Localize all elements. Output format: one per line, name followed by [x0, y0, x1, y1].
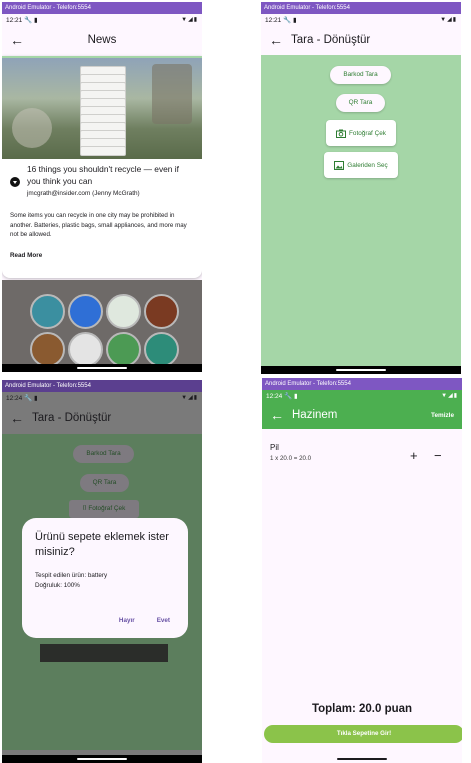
yes-button[interactable]: Evet: [157, 617, 170, 624]
battery-icon: ▮: [453, 393, 458, 399]
status-bar: 12:24 🔧 ▮ ▼◢▮: [262, 390, 462, 401]
expand-icon[interactable]: [10, 177, 20, 187]
sd-card-icon: ▮: [293, 16, 297, 24]
emulator-title-bar: Android Emulator - Telefon:5554: [261, 2, 461, 14]
camera-icon: [336, 129, 347, 138]
emulator-title-bar: Android Emulator - Telefon:5554: [2, 380, 202, 392]
cart-screen: Android Emulator - Telefon:5554 12:24 🔧 …: [262, 378, 462, 763]
status-time: 12:21 🔧 ▮: [265, 16, 297, 24]
cart-item: Pil 1 x 20.0 = 20.0 + −: [270, 443, 458, 462]
add-to-cart-dialog: Ürünü sepete eklemek ister misiniz? Tesp…: [22, 518, 188, 638]
gallery-icon: [334, 160, 345, 170]
app-bar: ← Hazinem Temizle: [262, 401, 462, 429]
status-bar: 12:24 🔧 ▮ ▼◢▮: [2, 392, 202, 403]
page-title: Tara - Dönüştür: [291, 34, 371, 46]
app-bar: ← Tara - Dönüştür: [261, 25, 461, 55]
clear-button[interactable]: Temizle: [431, 412, 454, 419]
take-photo-button: ⌷ Fotoğraf Çek: [69, 500, 139, 518]
qr-scan-button: QR Tara: [80, 474, 129, 492]
nav-bar: [2, 364, 202, 372]
status-icons: ▼◢▮: [441, 392, 458, 399]
wrench-icon: 🔧: [284, 392, 293, 400]
back-arrow-icon[interactable]: ←: [10, 410, 32, 426]
wrench-icon: 🔧: [283, 16, 292, 24]
no-button[interactable]: Hayır: [119, 617, 135, 624]
home-handle[interactable]: [77, 367, 127, 369]
qr-scan-button[interactable]: QR Tara: [336, 94, 385, 112]
wrench-icon: 🔧: [24, 394, 33, 402]
status-time: 12:24 🔧 ▮: [6, 394, 38, 402]
wrench-icon: 🔧: [24, 16, 33, 24]
page-title: Hazinem: [292, 409, 338, 421]
sd-card-icon: ▮: [34, 394, 38, 402]
news-screen: Android Emulator - Telefon:5554 12:21 🔧 …: [2, 2, 202, 372]
article-image-2: [2, 280, 202, 372]
sd-card-icon: ▮: [34, 16, 38, 24]
home-handle[interactable]: [77, 758, 127, 760]
barcode-scan-button: Barkod Tara: [73, 445, 134, 463]
item-name: Pil: [270, 443, 279, 452]
camera-icon: ⌷: [82, 505, 87, 512]
status-time: 12:24 🔧 ▮: [266, 392, 298, 400]
app-bar: ← News: [2, 25, 202, 55]
back-arrow-icon[interactable]: ←: [10, 32, 32, 48]
status-icons: ▼◢▮: [181, 394, 198, 401]
scan-dialog-screen: Android Emulator - Telefon:5554 12:24 🔧 …: [2, 380, 202, 763]
home-handle[interactable]: [337, 758, 387, 760]
emulator-title-bar: Android Emulator - Telefon:5554: [262, 378, 462, 390]
status-icons: ▼◢▮: [440, 16, 457, 23]
status-bar: 12:21 🔧 ▮ ▼◢▮: [261, 14, 461, 25]
status-bar: 12:21 🔧 ▮ ▼◢▮: [2, 14, 202, 25]
article-image: [2, 58, 202, 159]
article-summary: Some items you can recycle in one city m…: [10, 212, 187, 238]
take-photo-button[interactable]: Fotoğraf Çek: [326, 120, 396, 146]
read-more-link[interactable]: Read More: [2, 240, 202, 271]
nav-bar: [262, 755, 462, 763]
battery-icon: ▮: [452, 17, 457, 23]
take-photo-label: Fotoğraf Çek: [349, 129, 386, 137]
dialog-body: Tespit edilen ürün: battery Doğruluk: 10…: [35, 571, 175, 591]
battery-icon: ▮: [193, 395, 198, 401]
decrease-button[interactable]: −: [434, 449, 442, 462]
dialog-title: Ürünü sepete eklemek ister misiniz?: [35, 531, 169, 558]
back-arrow-icon[interactable]: ←: [269, 32, 291, 48]
item-detail: 1 x 20.0 = 20.0: [270, 455, 312, 462]
accuracy-text: Doğruluk: 100%: [35, 582, 80, 589]
page-title: News: [87, 34, 117, 46]
dialog-actions: Hayır Evet: [119, 617, 170, 624]
choose-gallery-label: Galeriden Seç: [347, 161, 388, 169]
nav-bar: [2, 755, 202, 763]
sd-card-icon: ▮: [294, 392, 298, 400]
back-arrow-icon[interactable]: ←: [270, 407, 292, 423]
article-header: 16 things you shouldn't recycle — even i…: [2, 159, 202, 197]
app-bar: ← Tara - Dönüştür: [2, 403, 202, 433]
status-time: 12:21 🔧 ▮: [6, 16, 38, 24]
choose-gallery-button[interactable]: Galeriden Seç: [324, 152, 398, 178]
cart-total: Toplam: 20.0 puan: [311, 703, 413, 715]
status-icons: ▼◢▮: [181, 16, 198, 23]
news-card[interactable]: 16 things you shouldn't recycle — even i…: [2, 56, 202, 278]
emulator-title-bar: Android Emulator - Telefon:5554: [2, 2, 202, 14]
home-handle[interactable]: [336, 369, 386, 371]
article-headline: 16 things you shouldn't recycle — even i…: [27, 164, 179, 186]
detected-item-text: Tespit edilen ürün: battery: [35, 572, 108, 579]
scan-body: Barkod Tara QR Tara Fotoğraf Çek Galerid…: [261, 55, 461, 366]
page-title: Tara - Dönüştür: [32, 412, 112, 424]
captured-image: [40, 644, 168, 662]
article-author: jmcgrath@insider.com (Jenny McGrath): [27, 190, 140, 197]
checkout-button[interactable]: Tıkla Sepetine Gir!: [264, 725, 462, 743]
barcode-scan-button[interactable]: Barkod Tara: [330, 66, 391, 84]
scan-screen: Android Emulator - Telefon:5554 12:21 🔧 …: [261, 2, 461, 374]
battery-icon: ▮: [193, 17, 198, 23]
nav-bar: [261, 366, 461, 374]
increase-button[interactable]: +: [410, 449, 418, 462]
